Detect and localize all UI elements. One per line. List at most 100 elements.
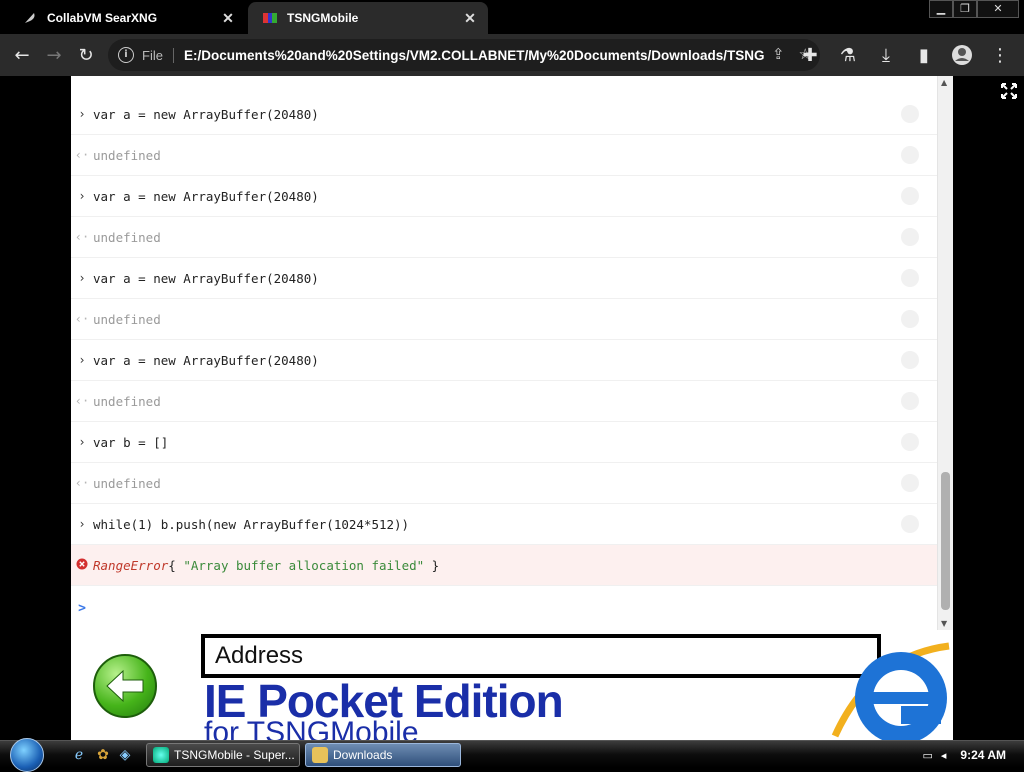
media-quicklaunch-icon[interactable]: ✿: [94, 746, 112, 764]
profile-avatar-icon[interactable]: [946, 39, 978, 71]
console-input-row: › var a = new ArrayBuffer(20480): [71, 176, 937, 217]
input-chevron-icon: ›: [78, 189, 86, 203]
ie-subtitle: for TSNGMobile: [204, 716, 419, 740]
row-action-icon[interactable]: [901, 105, 919, 123]
result-arrow-icon: ‹·: [74, 312, 90, 326]
output-text: undefined: [93, 393, 161, 409]
row-action-icon[interactable]: [901, 515, 919, 533]
back-arrow-icon[interactable]: ←: [6, 39, 38, 71]
row-action-icon[interactable]: [901, 351, 919, 369]
windows-taskbar: ℯ ✿ ◈ TSNGMobile - Super... Downloads ▭ …: [0, 738, 1024, 772]
tab-strip: CollabVM SearXNG ✕ TSNGMobile ✕ ▁ ❐ ✕: [0, 0, 1024, 34]
result-arrow-icon: ‹·: [74, 230, 90, 244]
menu-kebab-icon[interactable]: ⋮: [984, 39, 1016, 71]
taskbar-button-tsngmobile[interactable]: TSNGMobile - Super...: [146, 743, 300, 767]
system-tray: ▭ ◂ 9:24 AM: [922, 741, 1024, 769]
reload-icon[interactable]: ↻: [70, 39, 102, 71]
input-chevron-icon: ›: [78, 271, 86, 285]
row-action-icon[interactable]: [901, 392, 919, 410]
tsng-favicon-icon: [262, 10, 278, 26]
console-output-row: ‹· undefined: [71, 299, 937, 340]
close-tab-icon[interactable]: ✕: [462, 10, 478, 27]
ie-pocket-banner: Address IE Pocket Edition for TSNGMobile: [71, 630, 953, 740]
row-action-icon[interactable]: [901, 433, 919, 451]
result-arrow-icon: ‹·: [74, 394, 90, 408]
download-icon[interactable]: ⤓: [870, 39, 902, 71]
ie-logo-icon: [831, 636, 953, 740]
browser-toolbar: ← → ↻ i File E:/Documents%20and%20Settin…: [0, 34, 1024, 76]
network-icon[interactable]: ▭: [922, 749, 932, 762]
console-input-row: › var a = new ArrayBuffer(20480): [71, 258, 937, 299]
row-action-icon[interactable]: [901, 146, 919, 164]
side-panel-icon[interactable]: ▮: [908, 39, 940, 71]
close-tab-icon[interactable]: ✕: [220, 10, 236, 27]
output-text: undefined: [93, 475, 161, 491]
input-text: while(1) b.push(new ArrayBuffer(1024*512…: [93, 516, 410, 532]
js-console: › var a = new ArrayBuffer(20480) ‹· undefin…: [71, 76, 953, 630]
ie-quicklaunch-icon[interactable]: ℯ: [70, 746, 88, 764]
tab-tsngmobile[interactable]: TSNGMobile ✕: [248, 2, 488, 34]
console-output-row: ‹· undefined: [71, 381, 937, 422]
forward-arrow-icon[interactable]: →: [38, 39, 70, 71]
task-label: TSNGMobile - Super...: [174, 748, 295, 762]
error-brace-open: {: [168, 557, 184, 573]
console-error-row: RangeError { "Array buffer allocation fa…: [71, 545, 937, 586]
lab-flask-icon[interactable]: ⚗: [832, 39, 864, 71]
address-bar[interactable]: i File E:/Documents%20and%20Settings/VM2…: [108, 39, 820, 71]
ie-alt-quicklaunch-icon[interactable]: ◈: [116, 746, 134, 764]
fullscreen-icon[interactable]: [1000, 82, 1018, 100]
row-action-icon[interactable]: [901, 474, 919, 492]
scroll-down-arrow-icon[interactable]: ▼: [941, 619, 947, 628]
row-action-icon[interactable]: [901, 228, 919, 246]
tab-collabvm-searxng[interactable]: CollabVM SearXNG ✕: [8, 2, 246, 34]
start-orb-button[interactable]: [10, 738, 44, 772]
console-scrollbar[interactable]: ▲ ▼: [937, 76, 953, 630]
folder-icon: [312, 747, 328, 763]
task-label: Downloads: [333, 748, 393, 762]
input-chevron-icon: ›: [78, 353, 86, 367]
share-icon[interactable]: ⇪: [772, 45, 785, 63]
feather-icon: [22, 10, 38, 26]
taskbar-button-downloads[interactable]: Downloads: [305, 743, 461, 767]
output-text: undefined: [93, 147, 161, 163]
url-text[interactable]: E:/Documents%20and%20Settings/VM2.COLLAB…: [184, 48, 764, 63]
ie-address-field[interactable]: Address: [201, 634, 881, 678]
row-action-icon[interactable]: [901, 187, 919, 205]
console-input-row: › while(1) b.push(new ArrayBuffer(1024*51…: [71, 504, 937, 545]
input-text: var a = new ArrayBuffer(20480): [93, 270, 319, 286]
console-prompt[interactable]: >: [71, 596, 937, 620]
prompt-chevron-icon: >: [78, 600, 86, 616]
tab-title: TSNGMobile: [287, 11, 359, 25]
console-input-row: › var b = []: [71, 422, 937, 463]
console-output-row: ‹· undefined: [71, 135, 937, 176]
page-content: › var a = new ArrayBuffer(20480) ‹· undefin…: [0, 76, 1024, 740]
error-icon: [71, 558, 93, 573]
error-name: RangeError: [93, 557, 169, 573]
ie-back-button[interactable]: [93, 654, 157, 718]
minimize-button[interactable]: ▁: [929, 0, 953, 18]
extensions-puzzle-icon[interactable]: ✚: [794, 39, 826, 71]
console-output-row: ‹· undefined: [71, 463, 937, 504]
tab-title: CollabVM SearXNG: [47, 11, 158, 25]
close-window-button[interactable]: ✕: [977, 0, 1019, 18]
info-icon[interactable]: i: [118, 47, 134, 63]
result-arrow-icon: ‹·: [74, 476, 90, 490]
url-scheme-label: File: [142, 47, 174, 63]
row-action-icon[interactable]: [901, 310, 919, 328]
console-input-row: › var a = new ArrayBuffer(20480): [71, 340, 937, 381]
input-chevron-icon: ›: [78, 517, 86, 531]
scroll-thumb[interactable]: [941, 472, 950, 610]
restore-button[interactable]: ❐: [953, 0, 977, 18]
input-text: var a = new ArrayBuffer(20480): [93, 352, 319, 368]
input-text: var a = new ArrayBuffer(20480): [93, 188, 319, 204]
input-text: var b = []: [93, 434, 169, 450]
input-chevron-icon: ›: [78, 107, 86, 121]
row-action-icon[interactable]: [901, 269, 919, 287]
output-text: undefined: [93, 229, 161, 245]
scroll-up-arrow-icon[interactable]: ▲: [941, 78, 947, 87]
globe-icon: [153, 747, 169, 763]
clock[interactable]: 9:24 AM: [960, 748, 1006, 762]
console-output-row: ‹· undefined: [71, 217, 937, 258]
output-text: undefined: [93, 311, 161, 327]
volume-icon[interactable]: ◂: [941, 749, 947, 762]
